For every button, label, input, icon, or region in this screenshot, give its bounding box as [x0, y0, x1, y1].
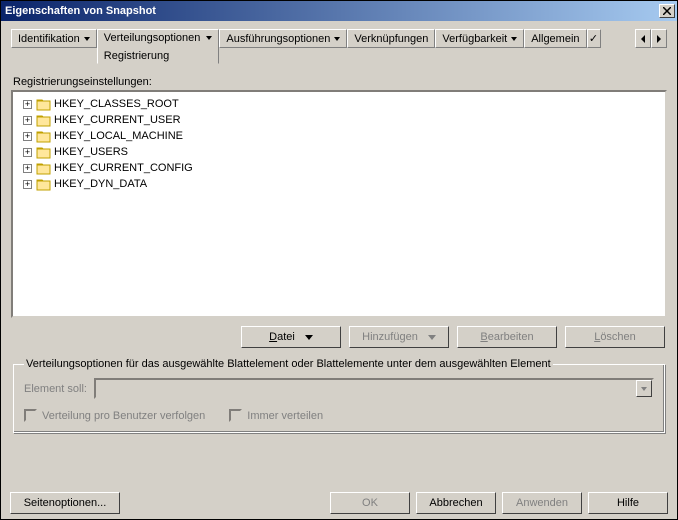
chevron-down-icon — [334, 37, 340, 41]
btn-label: öschen — [600, 331, 635, 343]
hinzufuegen-button[interactable]: Hinzufügen — [349, 326, 449, 348]
tree-node-label: HKEY_USERS — [54, 146, 128, 158]
tree-node[interactable]: + HKEY_CURRENT_USER — [17, 112, 661, 128]
folder-icon — [36, 98, 50, 110]
seitenoptionen-button[interactable]: Seitenoptionen... — [10, 492, 120, 514]
tab-verteilungsoptionen[interactable]: Verteilungsoptionen Registrierung — [97, 29, 220, 64]
tab-label: Identifikation — [18, 33, 80, 45]
tree-node-label: HKEY_DYN_DATA — [54, 178, 147, 190]
expand-icon[interactable]: + — [23, 164, 32, 173]
tab-scroll-left[interactable] — [635, 29, 651, 48]
section-label: Registrierungseinstellungen: — [13, 76, 667, 88]
checkbox-icon — [24, 409, 37, 422]
tree-node[interactable]: + HKEY_DYN_DATA — [17, 176, 661, 192]
tab-ausfuehrungsoptionen[interactable]: Ausführungsoptionen — [219, 29, 347, 48]
tab-scroll-right[interactable] — [651, 29, 667, 48]
chevron-down-icon — [511, 37, 517, 41]
window-title: Eigenschaften von Snapshot — [5, 5, 657, 17]
tab-label: Verfügbarkeit — [442, 33, 507, 45]
arrow-right-icon — [657, 35, 661, 43]
tab-verknuepfungen[interactable]: Verknüpfungen — [347, 29, 435, 48]
folder-icon — [36, 162, 50, 174]
folder-icon — [36, 146, 50, 158]
titlebar: Eigenschaften von Snapshot — [1, 1, 677, 21]
chevron-down-icon — [305, 335, 313, 340]
tree-node-label: HKEY_CURRENT_USER — [54, 114, 181, 126]
element-soll-label: Element soll: — [24, 383, 88, 395]
tree-node-label: HKEY_LOCAL_MACHINE — [54, 130, 183, 142]
element-soll-combo[interactable] — [94, 378, 654, 399]
tree-node-label: HKEY_CLASSES_ROOT — [54, 98, 179, 110]
checkbox-icon — [229, 409, 242, 422]
btn-label: earbeiten — [488, 331, 534, 343]
anwenden-button[interactable]: Anwenden — [502, 492, 582, 514]
expand-icon[interactable]: + — [23, 100, 32, 109]
folder-icon — [36, 130, 50, 142]
abbrechen-button[interactable]: Abbrechen — [416, 492, 496, 514]
tab-overflow[interactable]: ✓ — [587, 29, 601, 48]
expand-icon[interactable]: + — [23, 180, 32, 189]
bearbeiten-button[interactable]: Bearbeiten — [457, 326, 557, 348]
tab-label: Verknüpfungen — [354, 33, 428, 45]
chk-label: Immer verteilen — [247, 410, 323, 422]
btn-label: Abbrechen — [429, 497, 482, 509]
distribution-options-group: Verteilungsoptionen für das ausgewählte … — [13, 358, 665, 433]
tab-label: Verteilungsoptionen — [104, 32, 201, 44]
action-buttons: Datei Hinzufügen Bearbeiten Löschen — [11, 326, 665, 348]
datei-button[interactable]: Datei — [241, 326, 341, 348]
btn-label: Hinzufügen — [362, 331, 418, 343]
registry-tree[interactable]: + HKEY_CLASSES_ROOT + HKEY_CURRENT_USER + HKE… — [11, 90, 667, 318]
btn-label: eitenoptionen... — [31, 497, 106, 509]
btn-label: OK — [362, 497, 378, 509]
group-legend: Verteilungsoptionen für das ausgewählte … — [24, 358, 553, 370]
tree-node-label: HKEY_CURRENT_CONFIG — [54, 162, 193, 174]
btn-label: Anwenden — [516, 497, 568, 509]
tabstrip: Identifikation Verteilungsoptionen Regis… — [11, 29, 667, 64]
combo-dropdown-button[interactable] — [636, 380, 652, 397]
tree-node[interactable]: + HKEY_CLASSES_ROOT — [17, 96, 661, 112]
tab-allgemein[interactable]: Allgemein — [524, 29, 586, 48]
hilfe-button[interactable]: Hilfe — [588, 492, 668, 514]
chk-verteilung-pro-benutzer[interactable]: Verteilung pro Benutzer verfolgen — [24, 409, 205, 422]
close-button[interactable] — [659, 4, 675, 18]
chk-immer-verteilen[interactable]: Immer verteilen — [229, 409, 323, 422]
chevron-down-icon — [428, 335, 436, 340]
tree-node[interactable]: + HKEY_CURRENT_CONFIG — [17, 160, 661, 176]
arrow-left-icon — [641, 35, 645, 43]
btn-label: Hilfe — [617, 497, 639, 509]
ok-button[interactable]: OK — [330, 492, 410, 514]
loeschen-button[interactable]: Löschen — [565, 326, 665, 348]
expand-icon[interactable]: + — [23, 148, 32, 157]
chk-label: Verteilung pro Benutzer verfolgen — [42, 410, 205, 422]
folder-icon — [36, 178, 50, 190]
expand-icon[interactable]: + — [23, 132, 32, 141]
chevron-down-icon — [641, 387, 647, 391]
tab-sublabel: Registrierung — [104, 50, 169, 62]
chevron-down-icon — [206, 36, 212, 40]
chevron-down-icon — [84, 37, 90, 41]
content-area: Identifikation Verteilungsoptionen Regis… — [1, 21, 677, 439]
tree-node[interactable]: + HKEY_LOCAL_MACHINE — [17, 128, 661, 144]
tree-node[interactable]: + HKEY_USERS — [17, 144, 661, 160]
tab-label: Allgemein — [531, 33, 579, 45]
tab-label: Ausführungsoptionen — [226, 33, 330, 45]
folder-icon — [36, 114, 50, 126]
dialog-footer: Seitenoptionen... OK Abbrechen Anwenden … — [10, 492, 668, 514]
tab-verfuegbarkeit[interactable]: Verfügbarkeit — [435, 29, 524, 48]
btn-label: atei — [277, 331, 295, 343]
tab-identifikation[interactable]: Identifikation — [11, 29, 97, 48]
check-icon: ✓ — [589, 32, 598, 45]
expand-icon[interactable]: + — [23, 116, 32, 125]
